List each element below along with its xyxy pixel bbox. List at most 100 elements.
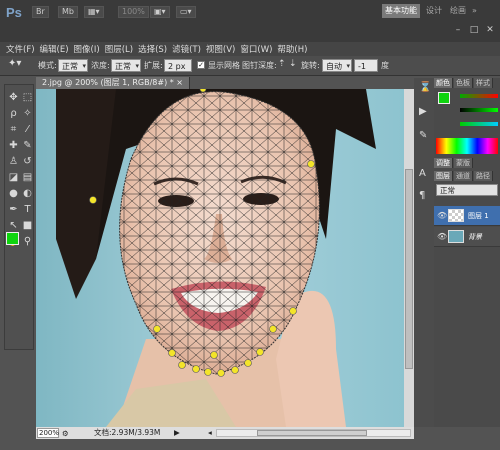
tab-layers[interactable]: 图层 [434,171,453,181]
eye-icon[interactable]: 👁 [437,232,447,241]
magic-wand-icon[interactable]: ✧ [21,107,34,120]
menu-layer[interactable]: 图层(L) [105,43,133,55]
brush-presets-icon[interactable]: ✎ [419,130,427,141]
rotation-label: 旋转: [301,61,320,70]
eyedropper-icon[interactable]: ⁄ [21,123,34,136]
layer-row[interactable]: 👁 图层 1 [434,206,500,226]
maximize-button[interactable]: □ [468,24,480,36]
foreground-color-swatch[interactable] [6,232,19,245]
tab-paths[interactable]: 路径 [474,171,493,181]
menu-filter[interactable]: 滤镜(T) [172,43,201,55]
gradient-icon[interactable]: ▤ [21,171,34,184]
menu-view[interactable]: 视图(V) [206,43,235,55]
blue-slider[interactable] [460,122,498,126]
workspace-painting-button[interactable]: 绘画 [450,4,466,18]
paragraph-icon[interactable]: ¶ [419,190,425,201]
show-mesh-checkbox[interactable]: ✓ [197,61,205,69]
bridge-icon[interactable]: Br [32,6,49,18]
character-icon[interactable]: A [419,168,426,179]
tab-styles[interactable]: 样式 [474,78,493,88]
zoom-level-select[interactable]: 100% [118,6,149,18]
dodge-icon[interactable]: ◐ [21,187,34,200]
menu-select[interactable]: 选择(S) [138,43,167,55]
brush-icon[interactable]: ✎ [21,139,34,152]
screen-mode-icon[interactable]: ▭▾ [176,6,196,18]
close-button[interactable]: ✕ [484,24,496,36]
type-icon[interactable]: T [21,203,34,216]
panel-foreground-swatch[interactable] [438,92,450,104]
panel-icon-strip: ⌛ ▶ ✎ A ¶ [414,78,434,427]
lasso-icon[interactable]: ρ [7,107,20,120]
shape-icon[interactable]: ■ [21,219,34,232]
document-tab[interactable]: 2.jpg @ 200% (图层 1, RGB/8#) * × [36,77,190,89]
rotation-select[interactable]: 自动 ▾ [322,59,352,72]
puppet-warp-tool-icon[interactable]: ✦▾ [8,58,21,69]
mini-bridge-icon[interactable]: Mb [58,6,78,18]
more-workspaces-button[interactable]: » [472,4,477,18]
color-spectrum[interactable] [436,138,498,154]
menu-bar: 文件(F) 编辑(E) 图像(I) 图层(L) 选择(S) 滤镜(T) 视图(V… [0,42,500,56]
layer-name: 背景 [468,233,482,241]
eraser-icon[interactable]: ◪ [7,171,20,184]
status-menu-arrow-icon[interactable]: ▶ [174,427,180,439]
horizontal-scrollbar-thumb[interactable] [257,430,367,436]
vertical-scrollbar[interactable] [404,89,414,427]
blur-icon[interactable]: ● [7,187,20,200]
status-bar: 200% ⚙ 文档:2.93M/3.93M ▶ ◂ [36,427,414,439]
actions-icon[interactable]: ▶ [419,106,427,117]
chevron-down-icon: ▾ [135,62,139,70]
tab-masks[interactable]: 蒙版 [454,158,473,168]
history-icon[interactable]: ⌛ [419,82,431,93]
view-extras-icon[interactable]: ▦▾ [84,6,104,18]
layer-thumbnail [448,230,464,243]
tab-color[interactable]: 颜色 [434,78,453,88]
menu-help[interactable]: 帮助(H) [277,43,307,55]
rotation-value: 自动 [326,62,342,71]
tab-swatches[interactable]: 色板 [454,78,473,88]
menu-window[interactable]: 窗口(W) [240,43,272,55]
stamp-icon[interactable]: ♙ [7,155,20,168]
crop-icon[interactable]: ⌗ [7,123,20,136]
vertical-scrollbar-thumb[interactable] [405,169,413,369]
options-bar: ✦▾ 模式: 正常 ▾ 浓度: 正常 ▾ 扩展: 2 px ✓ 显示网格 图钉深度:… [0,56,500,76]
green-slider[interactable] [460,108,498,112]
layer-row[interactable]: 👁 背景 [434,227,500,247]
arrange-documents-icon[interactable]: ▣▾ [150,6,170,18]
menu-image[interactable]: 图像(I) [74,43,100,55]
density-select[interactable]: 正常 ▾ [111,59,141,72]
layer-name: 图层 1 [468,212,489,220]
tab-channels[interactable]: 通道 [454,171,473,181]
panels-dock: 颜色 色板 样式 调整 蒙版 图层 通道 路径 正常 👁 图层 1 👁 背景 [434,78,500,427]
menu-edit[interactable]: 编辑(E) [40,43,69,55]
density-label: 浓度: [91,61,110,70]
pin-depth-backward-icon[interactable]: ⇣ [289,59,297,69]
pin-depth-forward-icon[interactable]: ⇡ [278,59,286,69]
tab-adjustments[interactable]: 调整 [434,158,453,168]
blend-mode-select[interactable]: 正常 [436,184,498,196]
marquee-icon[interactable]: ⬚ [21,91,34,104]
expansion-label: 扩展: [144,61,163,70]
history-brush-icon[interactable]: ↺ [21,155,34,168]
path-select-icon[interactable]: ↖ [7,219,20,232]
healing-icon[interactable]: ✚ [7,139,20,152]
expansion-input[interactable]: 2 px [164,59,192,72]
zoom-icon[interactable]: ⚲ [21,235,34,248]
scroll-left-icon[interactable]: ◂ [208,427,212,439]
workspace-design-button[interactable]: 设计 [426,4,442,18]
move-icon[interactable]: ✥ [7,91,20,104]
eye-icon[interactable]: 👁 [437,211,447,220]
document-canvas[interactable] [36,89,404,427]
red-slider[interactable] [460,94,498,98]
workspace-essentials-button[interactable]: 基本功能 [382,4,420,18]
angle-input[interactable]: -1 [354,59,378,72]
status-options-icon[interactable]: ⚙ [62,428,69,440]
photo-artwork [36,89,404,427]
menu-file[interactable]: 文件(F) [6,43,35,55]
chevron-down-icon: ▾ [82,62,86,70]
mode-value: 正常 [62,62,78,71]
mode-select[interactable]: 正常 ▾ [58,59,88,72]
pen-icon[interactable]: ✒ [7,203,20,216]
minimize-button[interactable]: – [452,24,464,36]
horizontal-scrollbar[interactable] [216,429,411,437]
zoom-field[interactable]: 200% [37,428,59,438]
